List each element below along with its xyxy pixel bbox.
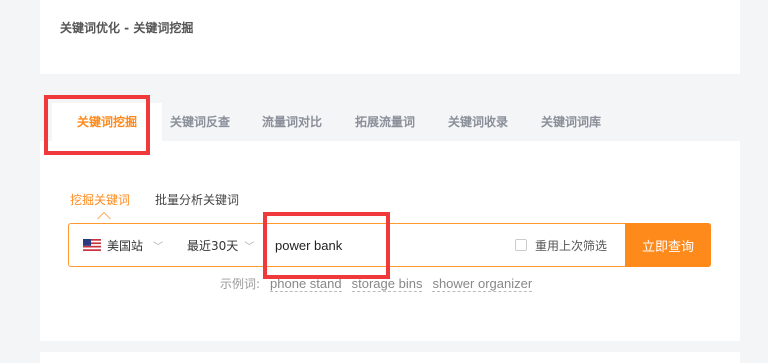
us-flag-icon bbox=[83, 239, 101, 251]
header-card: 关键词优化 - 关键词挖掘 bbox=[40, 0, 740, 74]
reuse-filter-label: 重用上次筛选 bbox=[535, 238, 608, 253]
keyword-input[interactable] bbox=[275, 232, 495, 258]
query-button[interactable]: 立即查询 bbox=[625, 223, 711, 267]
tab-bar: 关键词挖掘 关键词反查 流量词对比 拓展流量词 关键词收录 关键词词库 bbox=[40, 103, 740, 141]
subtab-batch-analyze[interactable]: 批量分析关键词 bbox=[155, 191, 239, 208]
reuse-filter-checkbox[interactable]: 重用上次筛选 bbox=[515, 224, 607, 266]
subtab-indicator bbox=[97, 212, 111, 219]
results-card bbox=[40, 352, 740, 363]
tab-expand-traffic[interactable]: 拓展流量词 bbox=[345, 103, 425, 141]
site-select[interactable]: 美国站 ﹀ bbox=[83, 224, 163, 266]
chevron-down-icon: ﹀ bbox=[153, 241, 164, 253]
search-bar: 美国站 ﹀ 最近30天 ﹀ 重用上次筛选 立即查询 bbox=[68, 223, 711, 267]
checkbox-icon bbox=[515, 239, 527, 251]
example-keywords: 示例词: phone stand storage bins shower org… bbox=[220, 275, 533, 292]
search-panel: 挖掘关键词 批量分析关键词 美国站 ﹀ 最近30天 ﹀ 重用上次筛选 立即查询 bbox=[40, 141, 740, 341]
tab-keyword-reverse[interactable]: 关键词反查 bbox=[160, 103, 240, 141]
period-label: 最近30天 bbox=[187, 238, 239, 253]
subtab-mine-keywords[interactable]: 挖掘关键词 bbox=[70, 191, 130, 208]
example-keyword[interactable]: phone stand bbox=[270, 276, 342, 292]
tab-keyword-library[interactable]: 关键词词库 bbox=[531, 103, 611, 141]
breadcrumb: 关键词优化 - 关键词挖掘 bbox=[60, 21, 194, 35]
chevron-down-icon: ﹀ bbox=[244, 241, 255, 253]
example-label: 示例词: bbox=[220, 277, 261, 291]
tab-keyword-index[interactable]: 关键词收录 bbox=[438, 103, 518, 141]
example-keyword[interactable]: shower organizer bbox=[432, 276, 533, 292]
example-keyword[interactable]: storage bins bbox=[351, 276, 423, 292]
site-label: 美国站 bbox=[107, 238, 144, 253]
period-select[interactable]: 最近30天 ﹀ bbox=[187, 224, 254, 266]
tab-traffic-compare[interactable]: 流量词对比 bbox=[252, 103, 332, 141]
tab-keyword-mining[interactable]: 关键词挖掘 bbox=[52, 103, 162, 141]
